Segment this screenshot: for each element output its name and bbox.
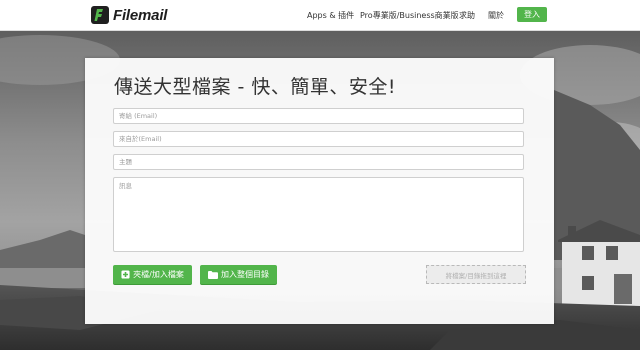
- drop-zone-hint: 將檔案/目錄拖到這裡: [445, 271, 507, 280]
- add-files-button[interactable]: 夾檔/加入檔案: [113, 265, 192, 284]
- folder-icon: [208, 270, 218, 279]
- login-button[interactable]: 登入: [517, 7, 547, 22]
- subject-field[interactable]: [113, 154, 524, 170]
- nav-item-help[interactable]: 求助: [459, 10, 475, 21]
- upload-card: 傳送大型檔案 - 快、簡單、安全! 夾檔/加入檔案 加入整個目錄 將檔案/目錄拖…: [85, 58, 554, 324]
- sender-email-field[interactable]: [113, 131, 524, 147]
- add-folder-label: 加入整個目錄: [221, 270, 269, 279]
- add-files-label: 夾檔/加入檔案: [133, 270, 184, 279]
- nav-item-apps[interactable]: Apps & 插件: [307, 10, 354, 21]
- page-title: 傳送大型檔案 - 快、簡單、安全!: [114, 76, 397, 98]
- add-folder-button[interactable]: 加入整個目錄: [200, 265, 277, 284]
- recipient-email-field[interactable]: [113, 108, 524, 124]
- drop-zone[interactable]: 將檔案/目錄拖到這裡: [426, 265, 526, 284]
- nav-item-pro-business[interactable]: Pro專業版/Business商業版: [360, 10, 459, 21]
- message-field[interactable]: [113, 177, 524, 252]
- nav-item-about[interactable]: 關於: [488, 10, 504, 21]
- plus-circle-icon: [121, 270, 130, 279]
- top-navigation-bar: Filemail Apps & 插件 Pro專業版/Business商業版 求助…: [0, 0, 640, 31]
